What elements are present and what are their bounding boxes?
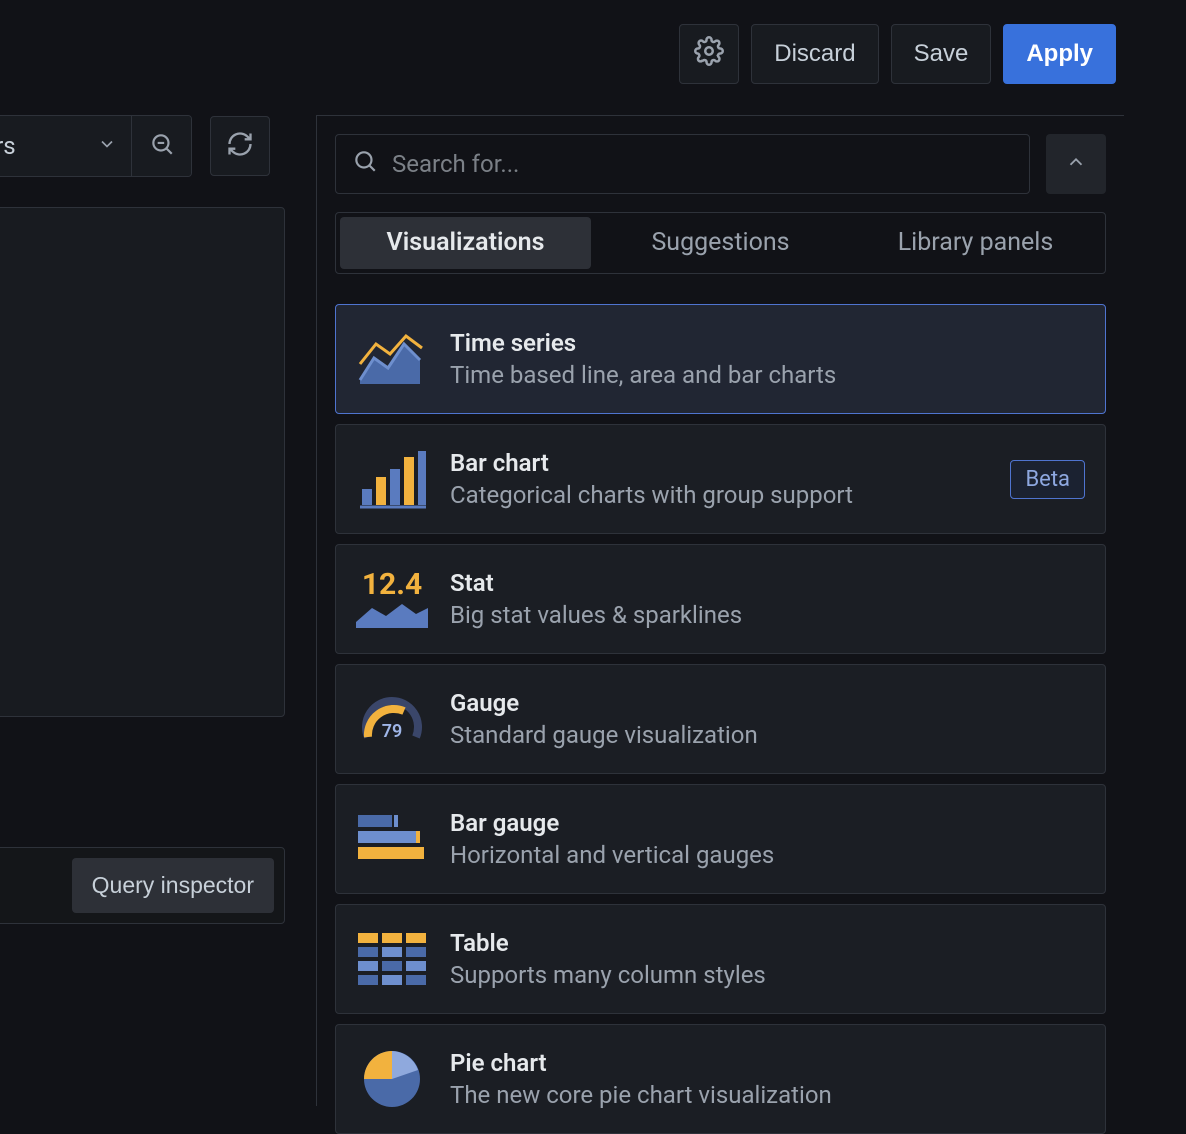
stat-sample-value: 12.4 [362,570,422,600]
viz-description: Supports many column styles [450,961,1085,989]
collapse-picker-button[interactable] [1046,134,1106,194]
apply-button[interactable]: Apply [1003,24,1116,84]
panel-editor-topbar: Discard Save Apply [679,24,1116,84]
save-button[interactable]: Save [891,24,992,84]
search-icon [352,148,378,180]
table-icon [356,923,428,995]
time-range-label: hours [0,132,16,160]
viz-option-pie-chart[interactable]: Pie chart The new core pie chart visuali… [335,1024,1106,1134]
chevron-up-icon [1065,151,1087,177]
bar-chart-icon [356,443,428,515]
viz-title: Stat [450,569,1085,597]
viz-title: Table [450,929,1085,957]
visualization-list: Time series Time based line, area and ba… [335,304,1106,1134]
pie-chart-icon [356,1043,428,1115]
visualization-picker-panel: Search for... Visualizations Suggestions… [316,115,1124,1106]
viz-option-gauge[interactable]: 79 Gauge Standard gauge visualization [335,664,1106,774]
viz-title: Bar gauge [450,809,1085,837]
tab-suggestions[interactable]: Suggestions [595,217,846,269]
viz-option-table[interactable]: Table Supports many column styles [335,904,1106,1014]
viz-option-time-series[interactable]: Time series Time based line, area and ba… [335,304,1106,414]
query-inspector-button[interactable]: Query inspector [72,858,274,913]
viz-description: The new core pie chart visualization [450,1081,1085,1109]
time-series-icon [356,323,428,395]
viz-description: Big stat values & sparklines [450,601,1085,629]
zoom-out-icon [149,131,175,161]
viz-description: Standard gauge visualization [450,721,1085,749]
gauge-sample-value: 79 [382,721,403,742]
viz-option-stat[interactable]: 12.4 Stat Big stat values & sparklines [335,544,1106,654]
beta-badge: Beta [1010,460,1085,499]
panel-preview [0,207,285,717]
viz-description: Categorical charts with group support [450,481,988,509]
bar-gauge-icon [356,803,428,875]
settings-button[interactable] [679,24,739,84]
tab-library-panels[interactable]: Library panels [850,217,1101,269]
gear-icon [694,36,724,73]
viz-option-bar-gauge[interactable]: Bar gauge Horizontal and vertical gauges [335,784,1106,894]
viz-title: Gauge [450,689,1085,717]
discard-button[interactable]: Discard [751,24,878,84]
visualization-search-input[interactable]: Search for... [335,134,1030,194]
stat-icon: 12.4 [356,563,428,635]
viz-option-bar-chart[interactable]: Bar chart Categorical charts with group … [335,424,1106,534]
refresh-button[interactable] [210,116,270,176]
time-range-picker[interactable]: hours [0,116,131,176]
left-panel-fragment: hours Query inspector [0,115,290,924]
refresh-icon [226,130,254,162]
tab-visualizations[interactable]: Visualizations [340,217,591,269]
search-placeholder: Search for... [392,150,519,178]
gauge-icon: 79 [356,683,428,755]
viz-title: Bar chart [450,449,988,477]
chevron-down-icon [97,132,117,160]
viz-description: Horizontal and vertical gauges [450,841,1085,869]
zoom-out-button[interactable] [131,116,191,176]
viz-title: Pie chart [450,1049,1085,1077]
picker-tabs: Visualizations Suggestions Library panel… [335,212,1106,274]
query-section: Query inspector [0,847,285,924]
viz-description: Time based line, area and bar charts [450,361,1085,389]
viz-title: Time series [450,329,1085,357]
